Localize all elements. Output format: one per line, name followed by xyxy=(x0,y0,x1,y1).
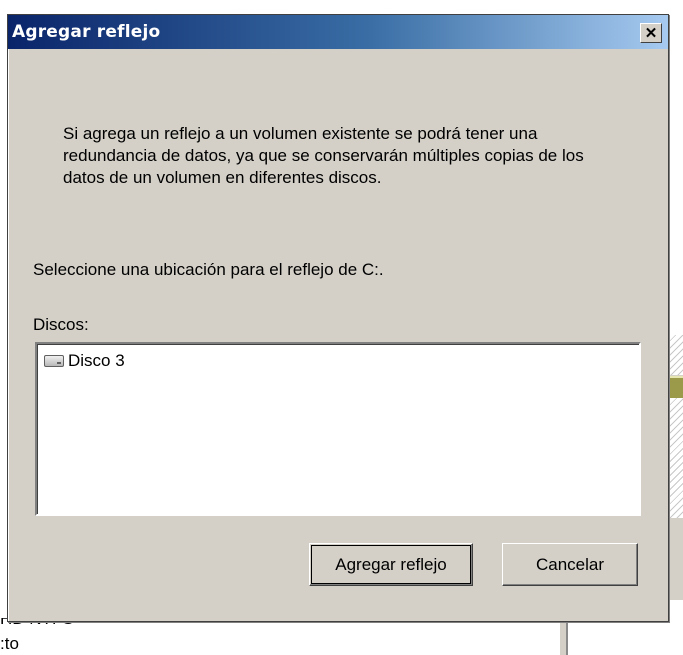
add-mirror-dialog: Agregar reflejo ✕ Si agrega un reflejo a… xyxy=(7,14,669,622)
dialog-title: Agregar reflejo xyxy=(12,22,161,42)
background-volume-bar xyxy=(668,376,683,398)
dialog-titlebar[interactable]: Agregar reflejo ✕ xyxy=(8,15,668,49)
close-icon: ✕ xyxy=(644,24,658,42)
disks-listbox[interactable]: Disco 3 xyxy=(35,342,641,516)
hard-disk-icon xyxy=(44,355,64,367)
list-item-disk-3[interactable]: Disco 3 xyxy=(44,351,125,371)
disks-label: Discos: xyxy=(33,315,89,334)
background-text-status: :to xyxy=(0,634,19,653)
background-volume-hatch-lower xyxy=(668,398,683,518)
disk-label: Disco 3 xyxy=(68,351,125,370)
location-prompt: Seleccione una ubicación para el reflejo… xyxy=(33,260,384,279)
close-button[interactable]: ✕ xyxy=(640,23,662,43)
background-volume-hatch xyxy=(668,335,683,375)
cancel-button[interactable]: Cancelar xyxy=(502,543,638,586)
add-mirror-button[interactable]: Agregar reflejo xyxy=(309,543,473,586)
dialog-description: Si agrega un reflejo a un volumen existe… xyxy=(63,124,584,187)
